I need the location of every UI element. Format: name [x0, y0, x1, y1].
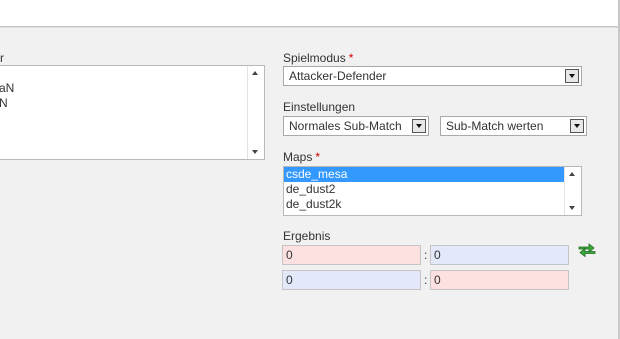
- top-bar: [0, 0, 620, 27]
- chevron-down-icon[interactable]: [565, 69, 579, 83]
- list-item[interactable]: [0, 66, 264, 81]
- submatch-mode-select[interactable]: Normales Sub-Match: [283, 116, 429, 136]
- spielmodus-select[interactable]: Attacker-Defender: [283, 66, 582, 86]
- submatch-scoring-select[interactable]: Sub-Match werten: [440, 116, 587, 136]
- score-separator: :: [424, 248, 428, 262]
- submatch-scoring-value: Sub-Match werten: [446, 119, 544, 133]
- score-row2-left[interactable]: 0: [282, 270, 421, 290]
- scroll-down-icon[interactable]: [252, 150, 258, 154]
- score-row1-left[interactable]: 0: [282, 245, 421, 265]
- maps-scrollbar[interactable]: [564, 167, 581, 215]
- spielmodus-value: Attacker-Defender: [289, 69, 387, 83]
- required-marker: *: [348, 51, 354, 65]
- ergebnis-label: Ergebnis: [283, 229, 331, 243]
- divider: [0, 27, 620, 28]
- left-panel-label: r: [0, 51, 4, 65]
- maps-label-text: Maps: [283, 150, 313, 164]
- spielmodus-label: Spielmodus *: [283, 51, 353, 65]
- scroll-down-icon[interactable]: [569, 206, 575, 210]
- left-panel-scrollbar[interactable]: [247, 66, 264, 159]
- chevron-down-icon[interactable]: [570, 119, 584, 133]
- map-option[interactable]: de_dust2k: [284, 197, 581, 212]
- einstellungen-label: Einstellungen: [283, 100, 356, 114]
- chevron-down-icon[interactable]: [412, 119, 426, 133]
- list-item[interactable]: N: [0, 96, 264, 111]
- map-option[interactable]: de_dust2: [284, 182, 581, 197]
- scroll-up-icon[interactable]: [569, 172, 575, 176]
- submatch-mode-value: Normales Sub-Match: [289, 119, 402, 133]
- score-separator: :: [424, 273, 428, 287]
- required-marker: *: [315, 150, 321, 164]
- swap-sides-icon[interactable]: [578, 243, 596, 257]
- spielmodus-label-text: Spielmodus: [283, 51, 346, 65]
- list-item[interactable]: aN: [0, 81, 264, 96]
- map-option[interactable]: csde_mesa: [284, 167, 564, 182]
- maps-listbox[interactable]: csde_mesa de_dust2 de_dust2k: [283, 166, 582, 216]
- scroll-up-icon[interactable]: [252, 71, 258, 75]
- score-row1-right[interactable]: 0: [430, 245, 569, 265]
- score-row2-right[interactable]: 0: [430, 270, 569, 290]
- left-panel-listbox[interactable]: aN N: [0, 65, 265, 160]
- maps-label: Maps *: [283, 150, 320, 164]
